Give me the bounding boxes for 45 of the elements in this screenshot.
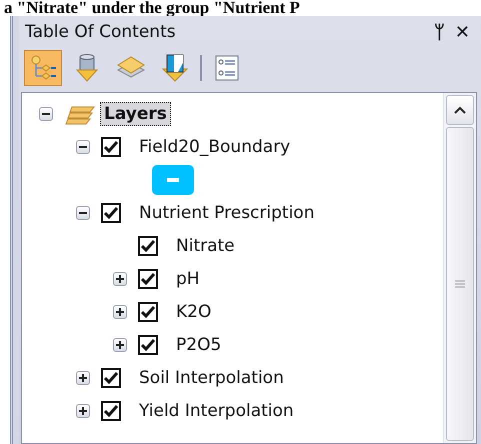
expand-button[interactable] — [113, 338, 127, 352]
grip-icon — [455, 280, 465, 288]
layer-name[interactable]: Yield Interpolation — [135, 398, 298, 422]
caret-up-icon — [454, 106, 466, 114]
close-button[interactable]: ✕ — [450, 22, 475, 42]
layer-checkbox[interactable] — [138, 268, 158, 288]
database-icon — [74, 53, 100, 83]
layer-checkbox[interactable] — [101, 202, 121, 222]
plus-icon — [79, 406, 87, 414]
panel-title: Table Of Contents — [25, 22, 177, 42]
plus-icon — [79, 374, 87, 382]
layer-name[interactable]: P2O5 — [172, 332, 226, 356]
collapse-button[interactable] — [76, 206, 90, 220]
options-icon — [215, 55, 239, 81]
scroll-up-button[interactable] — [446, 95, 474, 125]
data-frame-label[interactable]: Layers — [100, 102, 171, 126]
expand-button[interactable] — [113, 272, 127, 286]
expand-button[interactable] — [76, 370, 90, 384]
layer-checkbox[interactable] — [138, 334, 158, 354]
drawing-order-icon — [29, 54, 57, 82]
layer-checkbox[interactable] — [138, 302, 158, 322]
scroll-thumb[interactable] — [446, 127, 474, 441]
plus-icon — [116, 340, 124, 348]
plus-icon — [116, 274, 124, 282]
layer-name[interactable]: Nutrient Prescription — [135, 200, 318, 224]
expand-button[interactable] — [76, 404, 90, 418]
document-text: a "Nitrate" under the group "Nutrient P — [3, 0, 301, 16]
map-source-icon — [161, 53, 189, 83]
layer-name[interactable]: Nitrate — [172, 234, 239, 258]
layer-checkbox[interactable] — [101, 136, 121, 156]
layer-name[interactable]: K2O — [172, 300, 216, 324]
layer-checkbox[interactable] — [138, 236, 158, 256]
layer-name[interactable]: Field20_Boundary — [135, 134, 294, 158]
dash-icon — [167, 178, 179, 182]
layer-name[interactable]: Soil Interpolation — [135, 366, 288, 390]
collapse-button[interactable] — [76, 140, 90, 154]
layer-name[interactable]: pH — [172, 266, 204, 290]
expand-button[interactable] — [113, 304, 127, 318]
scrollbar[interactable] — [443, 93, 476, 443]
collapse-button[interactable] — [39, 106, 53, 120]
symbol-swatch[interactable] — [152, 164, 194, 194]
layer-checkbox[interactable] — [101, 368, 121, 388]
pin-button[interactable]: ᛘ — [428, 22, 450, 42]
plus-icon — [116, 308, 124, 316]
layer-checkbox[interactable] — [101, 400, 121, 420]
